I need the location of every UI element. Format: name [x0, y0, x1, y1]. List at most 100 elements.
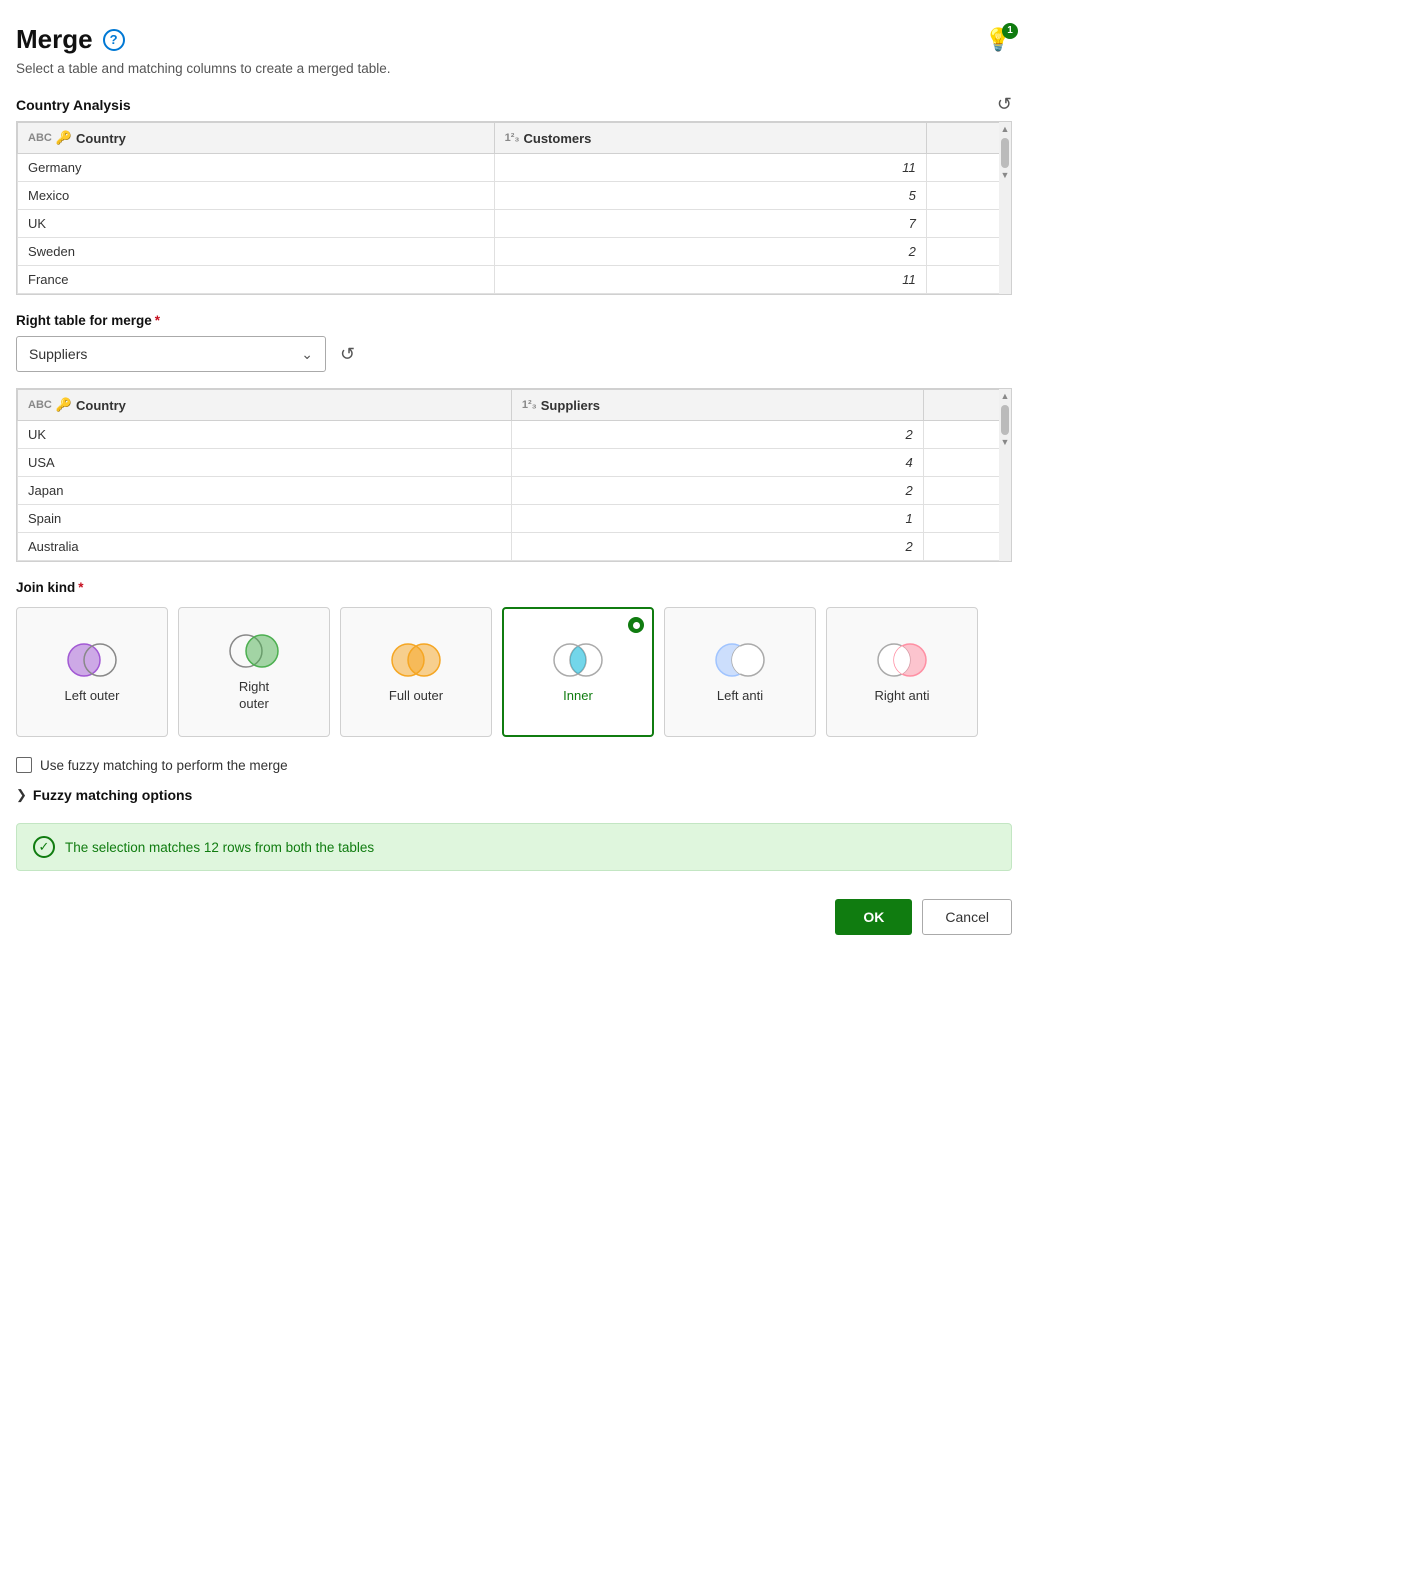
- left-table-r5c3: [926, 266, 1010, 294]
- table-row: Australia 2: [18, 533, 1011, 561]
- left-table-header: Country Analysis ↺: [16, 94, 1012, 115]
- fuzzy-options-row[interactable]: ❯ Fuzzy matching options: [16, 787, 1012, 803]
- left-table-r5c1: France: [18, 266, 495, 294]
- fuzzy-options-label: Fuzzy matching options: [33, 787, 192, 803]
- right-table-r5c1: Australia: [18, 533, 512, 561]
- join-card-left-outer[interactable]: Left outer: [16, 607, 168, 737]
- success-banner: ✓ The selection matches 12 rows from bot…: [16, 823, 1012, 871]
- lightbulb-button[interactable]: 💡 1: [985, 27, 1012, 53]
- right-table-r2c3: [923, 449, 1010, 477]
- scroll-thumb[interactable]: [1001, 405, 1009, 435]
- right-table-r2c2: 4: [511, 449, 923, 477]
- footer-buttons: OK Cancel: [16, 899, 1012, 935]
- left-table-scrollbar[interactable]: ▲ ▼: [999, 122, 1011, 294]
- right-table-col3-header[interactable]: [923, 390, 1010, 421]
- join-card-left-anti[interactable]: Left anti: [664, 607, 816, 737]
- right-table-r4c1: Spain: [18, 505, 512, 533]
- table-row: UK 7: [18, 210, 1011, 238]
- dropdown-wrapper: Suppliers ⌄ ↺: [16, 336, 1012, 372]
- left-anti-label: Left anti: [717, 688, 763, 705]
- success-check-icon: ✓: [33, 836, 55, 858]
- right-table-r3c1: Japan: [18, 477, 512, 505]
- left-table-r1c3: [926, 154, 1010, 182]
- right-table-scrollbar[interactable]: ▲ ▼: [999, 389, 1011, 561]
- left-table-r4c3: [926, 238, 1010, 266]
- notification-badge: 1: [1002, 23, 1018, 39]
- dialog-subtitle: Select a table and matching columns to c…: [16, 61, 1012, 76]
- scroll-up-arrow[interactable]: ▲: [1000, 124, 1010, 134]
- right-table-r4c3: [923, 505, 1010, 533]
- right-table-dropdown[interactable]: Suppliers ⌄: [16, 336, 326, 372]
- full-outer-label: Full outer: [389, 688, 443, 705]
- table-row: Spain 1: [18, 505, 1011, 533]
- left-table-refresh-icon[interactable]: ↺: [997, 94, 1012, 115]
- left-table-r5c2: 11: [494, 266, 926, 294]
- right-table-col1-header[interactable]: ABC 🔑 Country: [18, 390, 512, 421]
- right-table-refresh-icon[interactable]: ↺: [340, 344, 355, 365]
- right-table-r3c2: 2: [511, 477, 923, 505]
- key-icon: 🔑: [56, 130, 72, 146]
- left-outer-venn: [62, 640, 122, 680]
- left-table-r1c2: 11: [494, 154, 926, 182]
- required-star: *: [155, 313, 160, 328]
- right-outer-venn: [224, 631, 284, 671]
- selected-indicator-inner: [633, 622, 640, 629]
- right-table-r4c2: 1: [511, 505, 923, 533]
- scroll-down-arrow[interactable]: ▼: [1000, 170, 1010, 180]
- cancel-button[interactable]: Cancel: [922, 899, 1012, 935]
- left-table-r3c1: UK: [18, 210, 495, 238]
- chevron-down-icon: ⌄: [301, 346, 313, 363]
- table-row: Mexico 5: [18, 182, 1011, 210]
- help-icon[interactable]: ?: [103, 29, 125, 51]
- left-table-name: Country Analysis: [16, 97, 131, 113]
- table-row: France 11: [18, 266, 1011, 294]
- left-table-r2c2: 5: [494, 182, 926, 210]
- table-row: Sweden 2: [18, 238, 1011, 266]
- join-card-full-outer[interactable]: Full outer: [340, 607, 492, 737]
- key-icon: 🔑: [56, 397, 72, 413]
- left-anti-venn: [710, 640, 770, 680]
- abc-icon: ABC: [28, 132, 52, 144]
- left-table-r4c1: Sweden: [18, 238, 495, 266]
- left-table-r4c2: 2: [494, 238, 926, 266]
- table-row: UK 2: [18, 421, 1011, 449]
- join-kind-label: Join kind*: [16, 580, 1012, 595]
- left-table-r1c1: Germany: [18, 154, 495, 182]
- right-outer-label: Rightouter: [239, 679, 269, 713]
- table-row: Germany 11: [18, 154, 1011, 182]
- scroll-thumb[interactable]: [1001, 138, 1009, 168]
- dropdown-value: Suppliers: [29, 346, 87, 362]
- left-table-col1-header[interactable]: ABC 🔑 Country: [18, 123, 495, 154]
- fuzzy-matching-row: Use fuzzy matching to perform the merge: [16, 757, 1012, 773]
- scroll-up-arrow[interactable]: ▲: [1000, 391, 1010, 401]
- left-table: ABC 🔑 Country 1²₃ Customers Germany 11: [17, 122, 1011, 294]
- left-table-col2-header[interactable]: 1²₃ Customers: [494, 123, 926, 154]
- table-row: USA 4: [18, 449, 1011, 477]
- right-table-col2-header[interactable]: 1²₃ Suppliers: [511, 390, 923, 421]
- ok-button[interactable]: OK: [835, 899, 912, 935]
- join-card-right-anti[interactable]: Right anti: [826, 607, 978, 737]
- left-table-wrapper: ABC 🔑 Country 1²₃ Customers Germany 11: [16, 121, 1012, 295]
- right-table-wrapper: ABC 🔑 Country 1²₃ Suppliers UK 2: [16, 388, 1012, 562]
- join-card-right-outer[interactable]: Rightouter: [178, 607, 330, 737]
- table-row: Japan 2: [18, 477, 1011, 505]
- scroll-down-arrow[interactable]: ▼: [1000, 437, 1010, 447]
- inner-venn: [548, 640, 608, 680]
- left-table-col3-header[interactable]: [926, 123, 1010, 154]
- right-table: ABC 🔑 Country 1²₃ Suppliers UK 2: [17, 389, 1011, 561]
- fuzzy-matching-checkbox[interactable]: [16, 757, 32, 773]
- left-outer-label: Left outer: [65, 688, 120, 705]
- right-anti-label: Right anti: [875, 688, 930, 705]
- right-anti-venn: [872, 640, 932, 680]
- right-table-r3c3: [923, 477, 1010, 505]
- dialog-header: Merge ? 💡 1: [16, 24, 1012, 55]
- right-table-r5c2: 2: [511, 533, 923, 561]
- right-table-r1c3: [923, 421, 1010, 449]
- right-table-field-label: Right table for merge*: [16, 313, 1012, 328]
- 123-icon: 1²₃: [505, 132, 520, 144]
- 123-icon: 1²₃: [522, 399, 537, 411]
- fuzzy-matching-label: Use fuzzy matching to perform the merge: [40, 758, 288, 773]
- join-card-inner[interactable]: Inner: [502, 607, 654, 737]
- right-table-r2c1: USA: [18, 449, 512, 477]
- dialog-title: Merge: [16, 24, 93, 55]
